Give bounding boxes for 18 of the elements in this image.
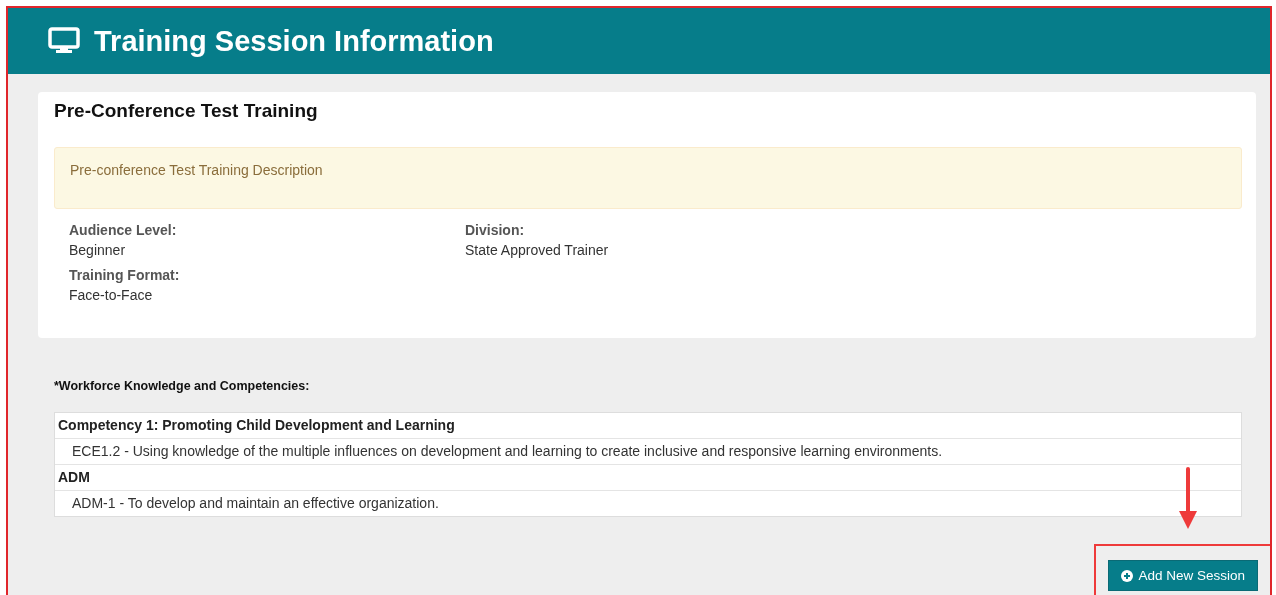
page-title: Training Session Information [94,24,494,58]
field-label: Division: [465,222,526,238]
field-label: Training Format: [69,267,181,283]
annotation-arrow [1178,467,1198,531]
competency-item: ECE1.2 - Using knowledge of the multiple influences on development and learning to create inclusive and responsive learning environments. [55,438,1241,464]
plus-circle-icon [1121,569,1134,582]
field-value: Beginner [69,242,127,258]
description-text: Pre-conference Test Training Description [70,162,323,178]
monitor-icon [48,27,80,55]
field-value: State Approved Trainer [465,242,610,258]
field-value: Face-to-Face [69,287,154,303]
field-label: Audience Level: [69,222,178,238]
competency-item: ADM-1 - To develop and maintain an effective organization. [55,490,1241,516]
competency-heading: ADM [55,464,1241,490]
add-session-button[interactable]: Add New Session [1108,560,1258,591]
competencies-label: *Workforce Knowledge and Competencies: [54,379,311,393]
competency-heading: Competency 1: Promoting Child Development and Learning [57,416,456,435]
training-title: Pre-Conference Test Training [54,100,319,122]
